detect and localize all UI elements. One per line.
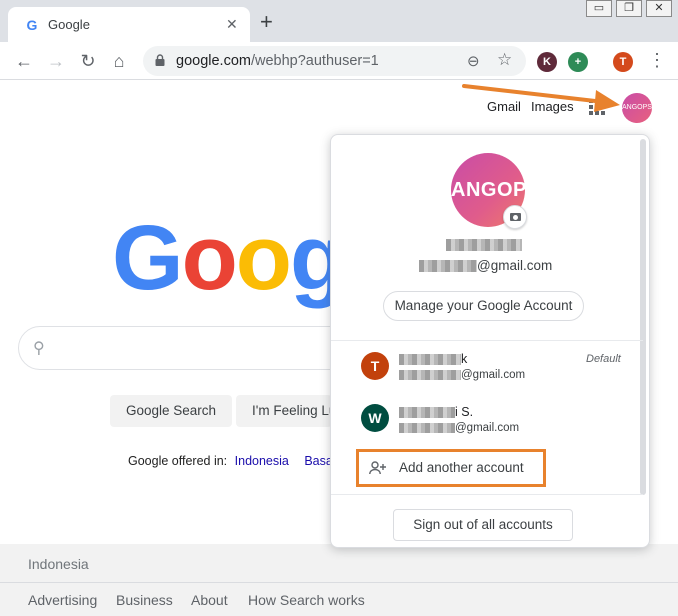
add-another-account-button[interactable]: Add another account [356, 449, 546, 487]
logo-letter: o [181, 207, 238, 309]
account-avatar-t: T [361, 352, 389, 380]
email-suffix: @gmail.com [477, 258, 553, 273]
email-suffix: @gmail.com [461, 369, 526, 381]
zoom-icon[interactable]: ⊖ [467, 52, 480, 70]
url-path: /webhp?authuser=1 [250, 53, 379, 69]
name-suffix: k [461, 352, 468, 366]
google-favicon-icon: G [26, 17, 38, 33]
add-account-label: Add another account [399, 460, 524, 475]
profile-avatar[interactable]: T [613, 52, 633, 72]
account-email: @gmail.com [399, 369, 525, 381]
sign-out-button[interactable]: Sign out of all accounts [393, 509, 573, 541]
footer-link-about[interactable]: About [191, 592, 228, 608]
camera-icon[interactable] [503, 205, 527, 229]
browser-toolbar: ← → ↻ ⌂ google.com/webhp?authuser=1 ⊖ ☆ … [0, 42, 678, 80]
name-suffix: i S. [455, 405, 474, 419]
redacted-text [399, 369, 461, 380]
language-link-indonesia[interactable]: Indonesia [235, 454, 289, 468]
account-name: i S. [399, 405, 473, 419]
footer-link-advertising[interactable]: Advertising [28, 592, 97, 608]
footer-link-business[interactable]: Business [116, 592, 173, 608]
home-icon[interactable]: ⌂ [108, 50, 130, 72]
google-search-button[interactable]: Google Search [110, 395, 233, 427]
restore-button[interactable]: ❐ [616, 0, 642, 17]
close-window-button[interactable]: ✕ [646, 0, 672, 17]
window-controls: ▭ ❐ ✕ [586, 0, 672, 17]
address-bar[interactable]: google.com/webhp?authuser=1 ⊖ ☆ [143, 46, 526, 76]
bookmark-star-icon[interactable]: ☆ [497, 50, 512, 70]
logo-letter: o [235, 207, 292, 309]
manage-account-button[interactable]: Manage your Google Account [383, 291, 584, 321]
reload-icon[interactable]: ↻ [77, 50, 99, 72]
footer-link-how-search-works[interactable]: How Search works [248, 592, 365, 608]
url-host: google.com [176, 53, 251, 69]
extension-plus-icon[interactable]: + [568, 52, 588, 72]
account-popup: ANGOPS @gmail.com Manage your Google Acc… [330, 134, 650, 548]
account-avatar-w: W [361, 404, 389, 432]
redacted-text [419, 260, 477, 273]
offered-in-label: Google offered in: [128, 454, 228, 468]
search-icon: ⚲ [33, 340, 45, 357]
browser-tab[interactable]: G Google ✕ [8, 7, 250, 42]
tab-strip: G Google ✕ + ▭ ❐ ✕ [0, 0, 678, 42]
logo-letter: G [112, 207, 184, 309]
email-suffix: @gmail.com [455, 422, 520, 434]
account-name: k [399, 352, 467, 366]
forward-arrow-icon[interactable]: → [45, 50, 67, 72]
popup-scrollbar[interactable] [640, 139, 646, 495]
new-tab-button[interactable]: + [260, 11, 273, 33]
minimize-button[interactable]: ▭ [586, 0, 612, 17]
redacted-text [399, 422, 455, 433]
redacted-text [399, 407, 455, 419]
page-footer: Indonesia Advertising Business About How… [0, 544, 678, 616]
annotation-arrow [462, 84, 620, 112]
account-email: @gmail.com [399, 422, 519, 434]
language-offer: Google offered in: Indonesia Basa B [128, 454, 345, 468]
popup-divider [331, 340, 643, 341]
feeling-lucky-button[interactable]: I'm Feeling Lu [236, 395, 332, 427]
footer-divider [0, 582, 678, 583]
redacted-text [399, 354, 461, 366]
back-arrow-icon[interactable]: ← [13, 50, 35, 72]
browser-menu-icon[interactable]: ⋮ [648, 50, 666, 71]
account-email: @gmail.com [419, 258, 552, 273]
add-person-icon [369, 461, 386, 475]
lock-icon[interactable] [155, 54, 165, 66]
tab-close-icon[interactable]: ✕ [226, 16, 238, 33]
extension-k-icon[interactable]: K [537, 52, 557, 72]
default-badge: Default [586, 353, 621, 365]
footer-country: Indonesia [28, 556, 89, 572]
tab-title: Google [48, 17, 90, 32]
account-name-redacted [446, 239, 522, 251]
url-text: google.com/webhp?authuser=1 [176, 53, 379, 69]
popup-divider [331, 494, 643, 495]
